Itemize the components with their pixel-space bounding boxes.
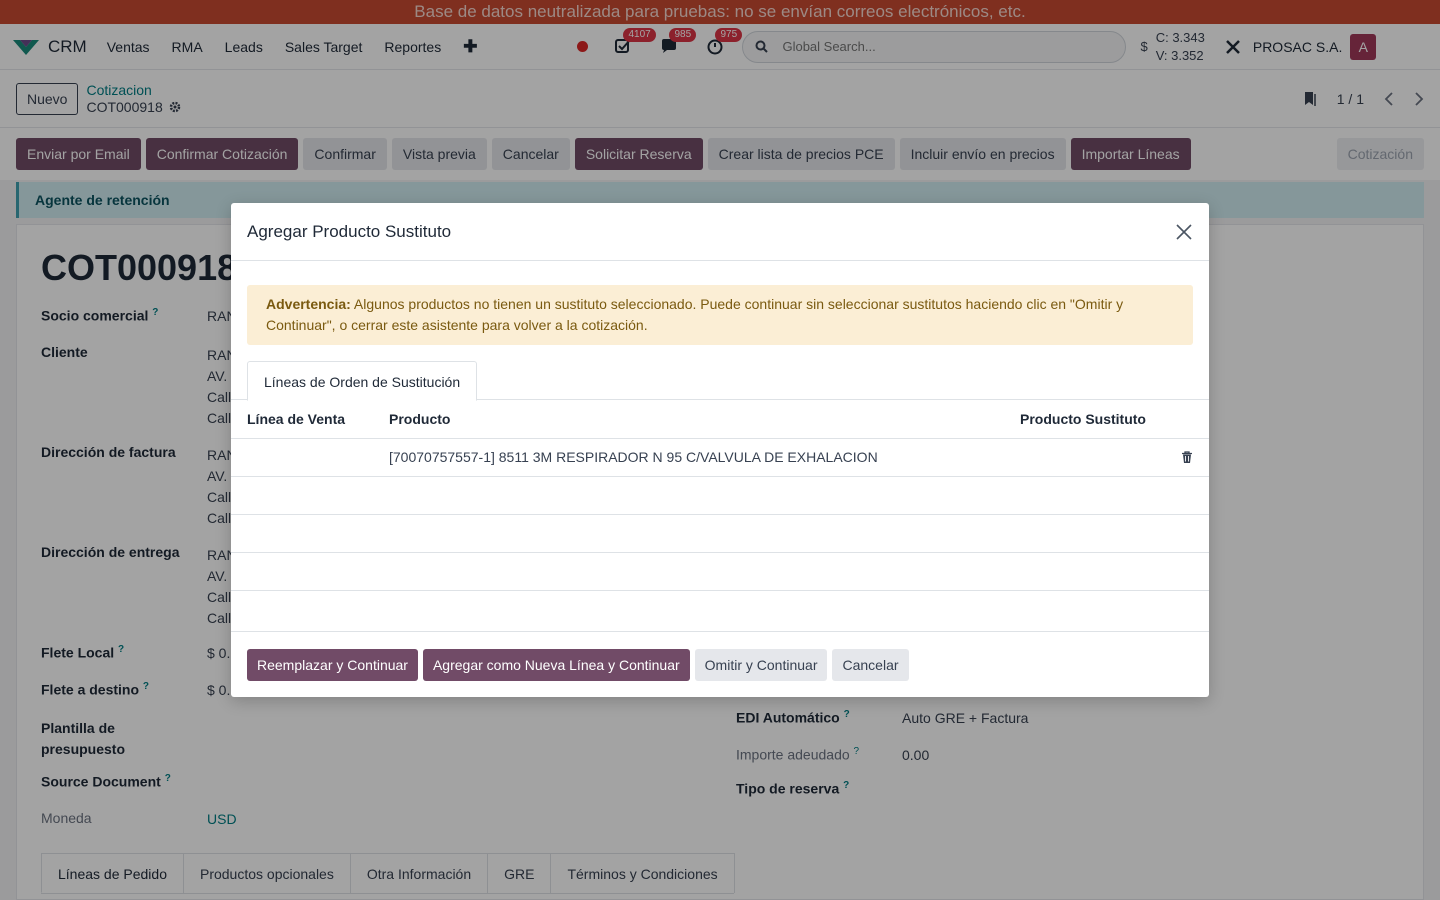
table-row[interactable]: [70070757557-1] 8511 3M RESPIRADOR N 95 … bbox=[231, 438, 1209, 477]
tab-substitution-lines[interactable]: Líneas de Orden de Sustitución bbox=[247, 361, 478, 401]
replace-and-continue-button[interactable]: Reemplazar y Continuar bbox=[247, 648, 418, 681]
warning-text: Algunos productos no tienen un sustituto… bbox=[266, 296, 1124, 333]
sale-line-cell[interactable] bbox=[231, 438, 373, 477]
row-actions bbox=[1164, 438, 1209, 477]
modal-title: Agregar Producto Sustituto bbox=[247, 221, 452, 241]
col-sale-line[interactable]: Línea de Venta bbox=[231, 400, 373, 439]
warning-alert: Advertencia: Algunos productos no tienen… bbox=[247, 285, 1193, 345]
add-new-line-button[interactable]: Agregar como Nueva Línea y Continuar bbox=[422, 648, 690, 681]
col-actions bbox=[1164, 400, 1209, 439]
modal-header: Agregar Producto Sustituto bbox=[231, 203, 1209, 261]
trash-icon[interactable] bbox=[1181, 450, 1193, 464]
col-substitute-product[interactable]: Producto Sustituto bbox=[1004, 400, 1164, 439]
warning-title: Advertencia: bbox=[266, 296, 351, 312]
skip-and-continue-button[interactable]: Omitir y Continuar bbox=[694, 648, 828, 681]
close-icon[interactable] bbox=[1175, 223, 1193, 241]
substitute-product-dialog: Agregar Producto Sustituto Advertencia: … bbox=[231, 203, 1209, 697]
modal-footer: Reemplazar y Continuar Agregar como Nuev… bbox=[231, 631, 1209, 697]
cancel-button[interactable]: Cancelar bbox=[832, 648, 909, 681]
table-header-row: Línea de Venta Producto Producto Sustitu… bbox=[231, 400, 1209, 439]
col-product[interactable]: Producto bbox=[373, 400, 1004, 439]
substitute-product-cell[interactable] bbox=[1004, 438, 1164, 477]
product-cell[interactable]: [70070757557-1] 8511 3M RESPIRADOR N 95 … bbox=[373, 438, 1004, 477]
substitution-lines-table: Línea de Venta Producto Producto Sustitu… bbox=[231, 400, 1209, 591]
empty-row bbox=[231, 476, 1209, 515]
empty-row bbox=[231, 552, 1209, 591]
modal-tabs: Líneas de Orden de Sustitución bbox=[231, 361, 1209, 401]
empty-row bbox=[231, 514, 1209, 553]
